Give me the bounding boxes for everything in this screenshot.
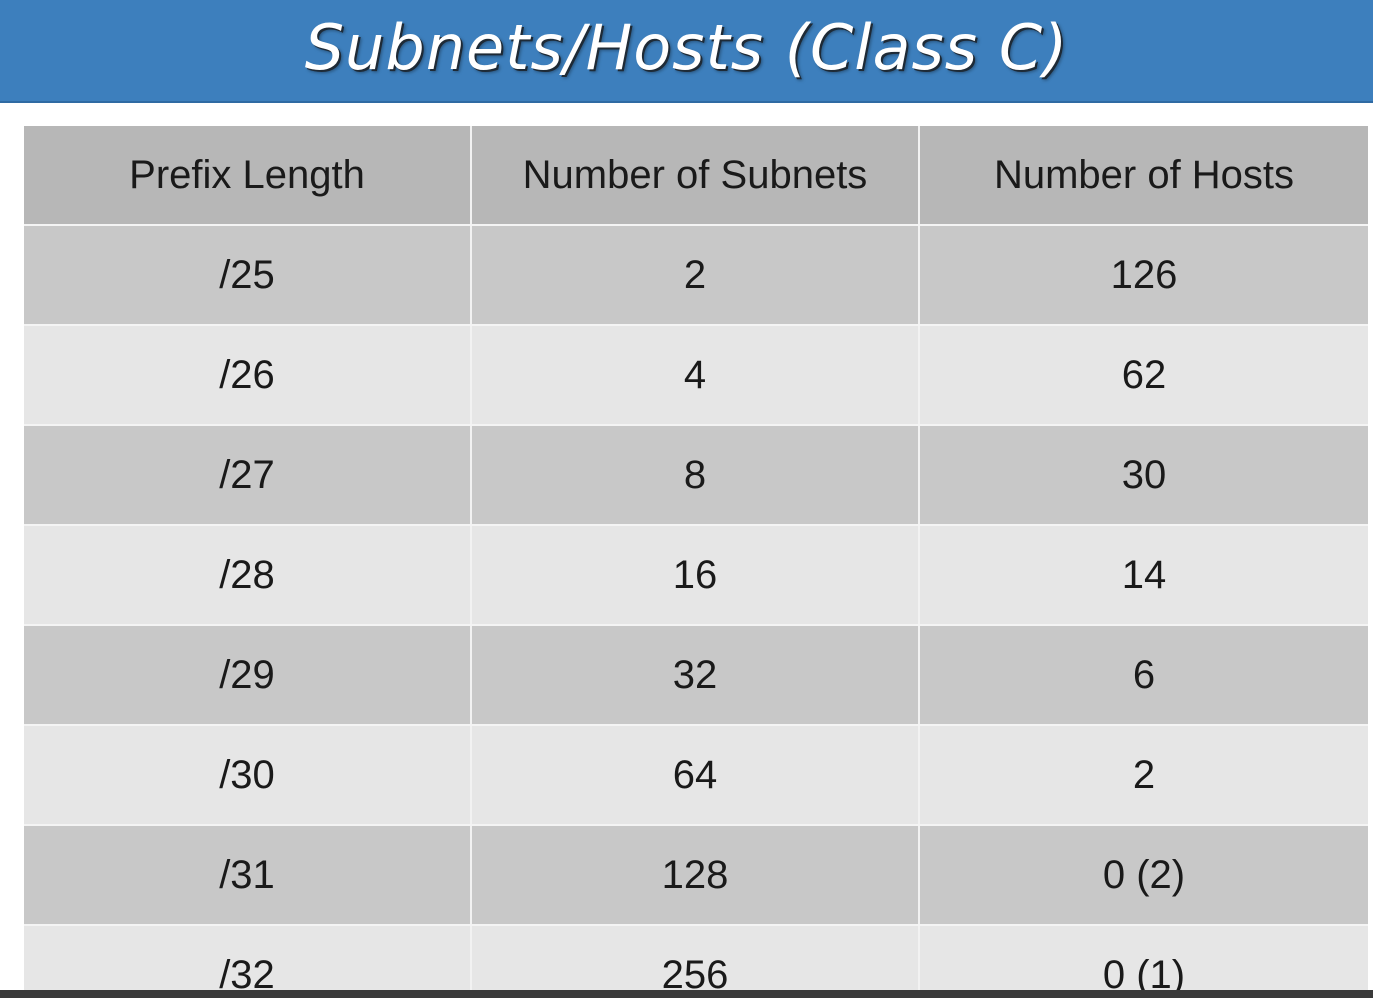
subnet-table-container: Prefix Length Number of Subnets Number o… <box>24 126 1368 998</box>
table-header-row: Prefix Length Number of Subnets Number o… <box>24 126 1368 226</box>
cell-prefix: /27 <box>24 425 472 526</box>
cell-subnets: 4 <box>471 325 920 426</box>
cell-prefix: /26 <box>24 325 472 426</box>
cell-prefix: /28 <box>24 525 472 626</box>
cell-prefix: /25 <box>24 225 472 326</box>
header-number-of-hosts: Number of Hosts <box>919 126 1368 226</box>
table-row: /27 8 30 <box>24 425 1368 526</box>
header-prefix-length: Prefix Length <box>24 126 472 226</box>
table-row: /26 4 62 <box>24 325 1368 426</box>
cell-hosts: 0 (2) <box>919 825 1368 926</box>
cell-subnets: 128 <box>471 825 920 926</box>
cell-subnets: 8 <box>471 425 920 526</box>
cell-prefix: /31 <box>24 825 472 926</box>
cell-subnets: 16 <box>471 525 920 626</box>
cell-hosts: 30 <box>919 425 1368 526</box>
table-row: /30 64 2 <box>24 725 1368 826</box>
cell-prefix: /30 <box>24 725 472 826</box>
cell-hosts: 14 <box>919 525 1368 626</box>
cell-hosts: 62 <box>919 325 1368 426</box>
cell-subnets: 2 <box>471 225 920 326</box>
title-bar: Subnets/Hosts (Class C) <box>0 0 1373 103</box>
cell-prefix: /32 <box>24 925 472 998</box>
slide-title: Subnets/Hosts (Class C) <box>304 11 1069 84</box>
table-row: /32 256 0 (1) <box>24 925 1368 998</box>
header-number-of-subnets: Number of Subnets <box>471 126 920 226</box>
bottom-bar <box>0 990 1373 998</box>
cell-hosts: 0 (1) <box>919 925 1368 998</box>
table-row: /28 16 14 <box>24 525 1368 626</box>
cell-subnets: 256 <box>471 925 920 998</box>
cell-hosts: 126 <box>919 225 1368 326</box>
subnet-hosts-table: Prefix Length Number of Subnets Number o… <box>24 126 1368 998</box>
cell-subnets: 64 <box>471 725 920 826</box>
table-row: /29 32 6 <box>24 625 1368 726</box>
table-row: /25 2 126 <box>24 225 1368 326</box>
cell-hosts: 6 <box>919 625 1368 726</box>
table-row: /31 128 0 (2) <box>24 825 1368 926</box>
cell-subnets: 32 <box>471 625 920 726</box>
cell-hosts: 2 <box>919 725 1368 826</box>
cell-prefix: /29 <box>24 625 472 726</box>
